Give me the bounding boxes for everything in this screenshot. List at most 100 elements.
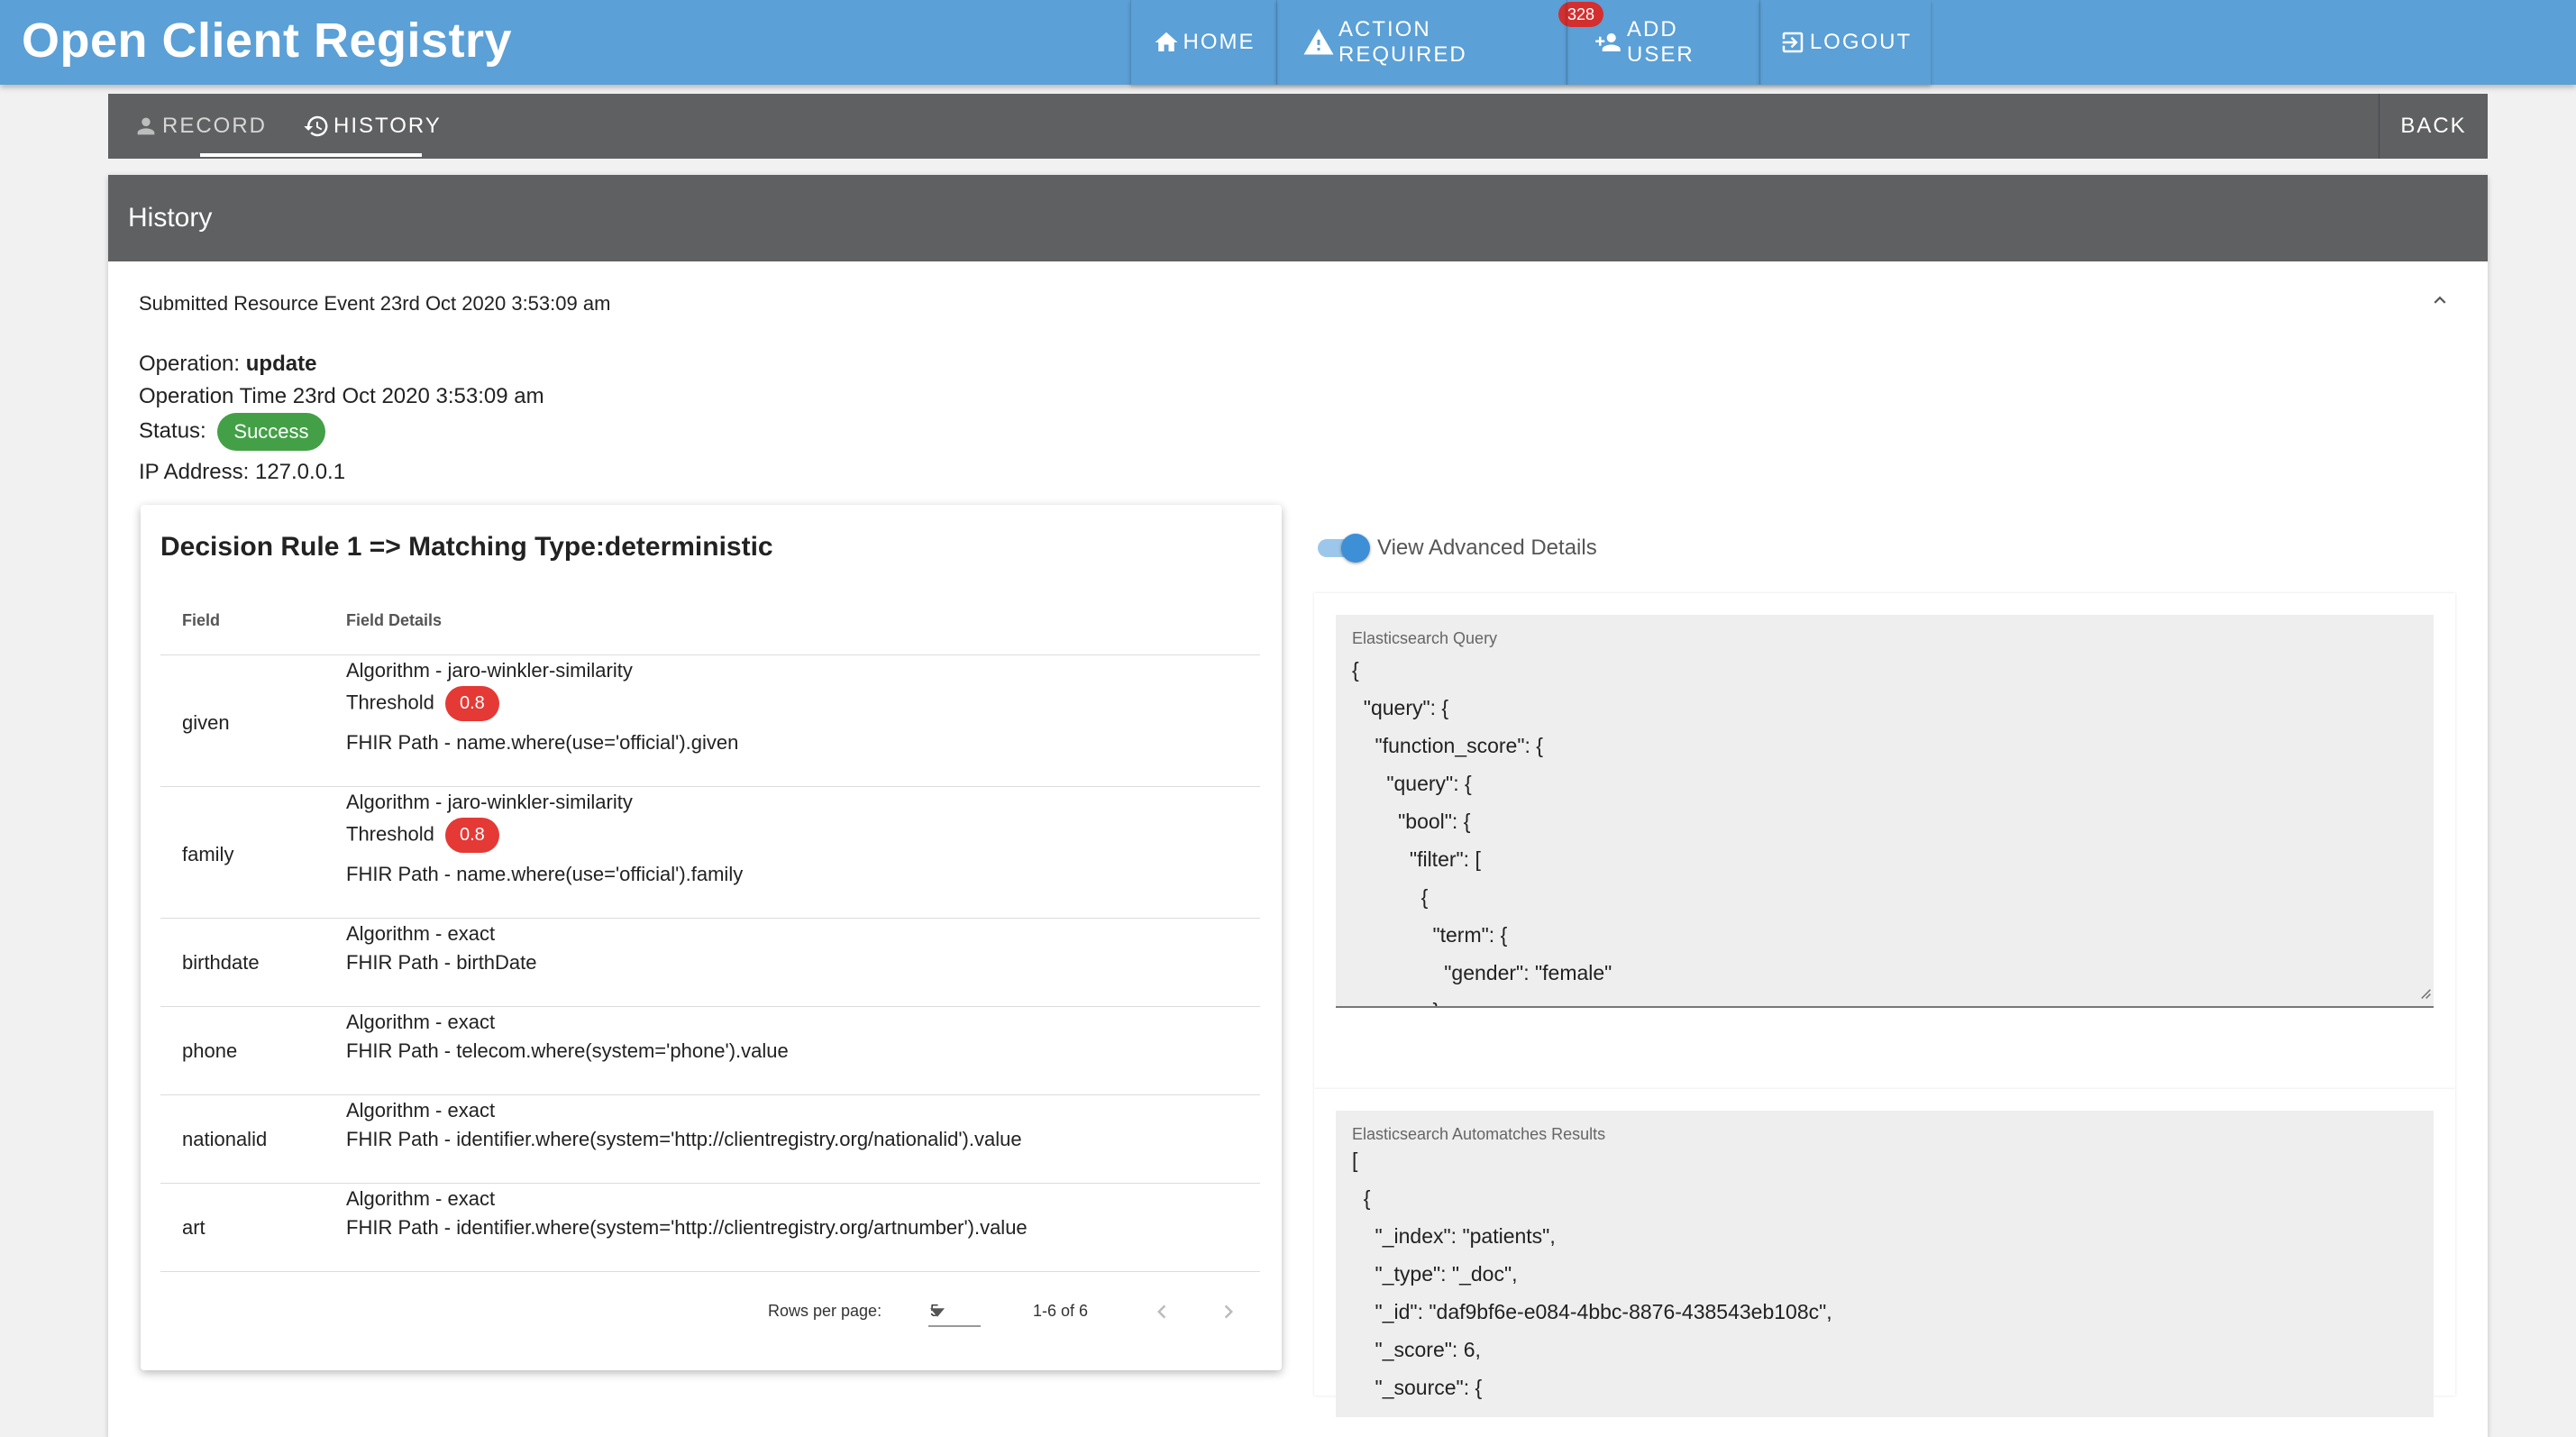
status-badge: Success xyxy=(217,413,325,451)
threshold-badge: 0.8 xyxy=(444,686,499,721)
code-line: "_id": "daf9bf6e-e084-4bbc-8876-438543eb… xyxy=(1352,1300,1832,1323)
field-algorithm: Algorithm - exact xyxy=(346,922,496,945)
chevron-up-icon[interactable] xyxy=(2428,288,2452,316)
rows-per-page-select[interactable]: 5 xyxy=(928,1295,981,1327)
record-tabs-bar: RECORD HISTORY BACK xyxy=(108,94,2488,159)
table-row: family Algorithm - jaro-winkler-similari… xyxy=(160,786,1260,919)
advanced-details-toggle[interactable] xyxy=(1318,534,1370,563)
field-name: given xyxy=(182,711,230,734)
field-name: art xyxy=(182,1216,206,1239)
field-fhir-path: FHIR Path - birthDate xyxy=(346,951,537,974)
history-header: History xyxy=(108,175,2488,261)
prev-page-icon[interactable] xyxy=(1148,1298,1175,1330)
tab-history-label: HISTORY xyxy=(333,114,442,138)
history-icon xyxy=(303,113,330,140)
col-header-details[interactable]: Field Details xyxy=(346,611,442,630)
code-line: { xyxy=(1352,658,1359,682)
code-line: "_type": "_doc", xyxy=(1352,1262,1518,1286)
field-algorithm: Algorithm - exact xyxy=(346,1011,496,1033)
operation-label: Operation: xyxy=(139,352,241,376)
code-line: { xyxy=(1352,1186,1371,1210)
field-fhir-path: FHIR Path - identifier.where(system='htt… xyxy=(346,1216,1028,1239)
elasticsearch-results-textarea[interactable]: Elasticsearch Automatches Results [ { "_… xyxy=(1336,1111,2434,1417)
back-button[interactable]: BACK xyxy=(2379,94,2488,159)
home-label: HOME xyxy=(1183,30,1256,54)
action-required-button[interactable]: ACTION REQUIRED 328 xyxy=(1276,0,1604,85)
code-line: "gender": "female" xyxy=(1352,961,1612,984)
tab-record-label: RECORD xyxy=(162,114,268,138)
status-line: Status: Success xyxy=(139,413,325,451)
query-panel: Elasticsearch Query { "query": { "functi… xyxy=(1314,593,2455,1089)
field-threshold: Threshold 0.8 xyxy=(346,686,499,721)
field-algorithm: Algorithm - exact xyxy=(346,1099,496,1121)
field-name: family xyxy=(182,843,234,865)
field-fhir-path: FHIR Path - name.where(use='official').f… xyxy=(346,863,744,885)
add-user-button[interactable]: ADD USER xyxy=(1567,0,1759,85)
field-algorithm: Algorithm - exact xyxy=(346,1187,496,1210)
warning-icon xyxy=(1302,26,1335,59)
field-name: phone xyxy=(182,1039,238,1062)
code-line: "query": { xyxy=(1352,696,1449,719)
home-icon xyxy=(1153,29,1180,56)
decision-rule-card: Decision Rule 1 => Matching Type:determi… xyxy=(141,505,1282,1370)
elasticsearch-query-textarea[interactable]: Elasticsearch Query { "query": { "functi… xyxy=(1336,615,2434,1008)
code-line: "_source": { xyxy=(1352,1376,1483,1399)
operation-time: Operation Time 23rd Oct 2020 3:53:09 am xyxy=(139,384,544,408)
app-title: Open Client Registry xyxy=(22,14,513,68)
code-line: "_index": "patients", xyxy=(1352,1224,1556,1248)
table-row: nationalid Algorithm - exact FHIR Path -… xyxy=(160,1094,1260,1184)
tab-record[interactable]: RECORD xyxy=(133,94,267,159)
threshold-label: Threshold xyxy=(346,822,434,846)
field-name: birthdate xyxy=(182,951,260,974)
app-bar: Open Client Registry HOME ACTION REQUIRE… xyxy=(0,0,2576,85)
code-line: "bool": { xyxy=(1352,810,1471,833)
elasticsearch-results-label: Elasticsearch Automatches Results xyxy=(1352,1125,1606,1143)
action-required-label: ACTION REQUIRED xyxy=(1338,17,1467,67)
code-line: "filter": [ xyxy=(1352,847,1481,871)
col-header-field[interactable]: Field xyxy=(182,611,220,630)
threshold-label: Threshold xyxy=(346,691,434,714)
person-icon xyxy=(133,114,159,139)
code-line: } xyxy=(1352,999,1439,1006)
code-line: "_score": 6, xyxy=(1352,1338,1481,1361)
operation-line: Operation: update xyxy=(139,352,316,377)
main-nav: HOME ACTION REQUIRED 328 ADD USER LOGOUT xyxy=(1130,0,1931,85)
field-fhir-path: FHIR Path - identifier.where(system='htt… xyxy=(346,1128,1022,1150)
field-fhir-path: FHIR Path - name.where(use='official').g… xyxy=(346,731,739,754)
logout-button[interactable]: LOGOUT xyxy=(1759,0,1931,85)
operation-value: update xyxy=(245,352,317,376)
status-label: Status: xyxy=(139,418,206,444)
code-line: "query": { xyxy=(1352,772,1472,795)
threshold-badge: 0.8 xyxy=(444,818,499,853)
caret-down-icon xyxy=(930,1304,977,1323)
table-row: birthdate Algorithm - exact FHIR Path - … xyxy=(160,918,1260,1007)
code-line: "term": { xyxy=(1352,923,1508,947)
add-user-label: ADD USER xyxy=(1627,17,1694,67)
active-tab-indicator xyxy=(200,153,422,157)
table-row: given Algorithm - jaro-winkler-similarit… xyxy=(160,654,1260,787)
tab-history[interactable]: HISTORY xyxy=(303,94,442,159)
event-title[interactable]: Submitted Resource Event 23rd Oct 2020 3… xyxy=(139,292,610,316)
results-panel: Elasticsearch Automatches Results [ { "_… xyxy=(1314,1089,2455,1417)
toggle-knob xyxy=(1341,534,1370,563)
logout-icon xyxy=(1779,28,1806,57)
field-threshold: Threshold 0.8 xyxy=(346,818,499,853)
code-line: { xyxy=(1352,885,1429,909)
page-range: 1-6 of 6 xyxy=(1033,1302,1089,1320)
table-divider xyxy=(160,1271,1260,1272)
code-line: "function_score": { xyxy=(1352,734,1543,757)
person-add-icon xyxy=(1593,29,1623,56)
home-button[interactable]: HOME xyxy=(1130,0,1276,85)
ip-address: IP Address: 127.0.0.1 xyxy=(139,460,346,484)
logout-label: LOGOUT xyxy=(1809,30,1913,54)
rows-per-page-label: Rows per page: xyxy=(768,1302,882,1320)
decision-rule-title: Decision Rule 1 => Matching Type:determi… xyxy=(160,532,773,562)
table-row: phone Algorithm - exact FHIR Path - tele… xyxy=(160,1006,1260,1095)
next-page-icon[interactable] xyxy=(1215,1298,1242,1330)
resize-handle-icon[interactable] xyxy=(2417,985,2432,1004)
code-line: [ xyxy=(1352,1149,1358,1172)
field-fhir-path: FHIR Path - telecom.where(system='phone'… xyxy=(346,1039,789,1062)
field-algorithm: Algorithm - jaro-winkler-similarity xyxy=(346,659,633,682)
elasticsearch-query-label: Elasticsearch Query xyxy=(1352,629,1498,647)
field-name: nationalid xyxy=(182,1128,268,1150)
